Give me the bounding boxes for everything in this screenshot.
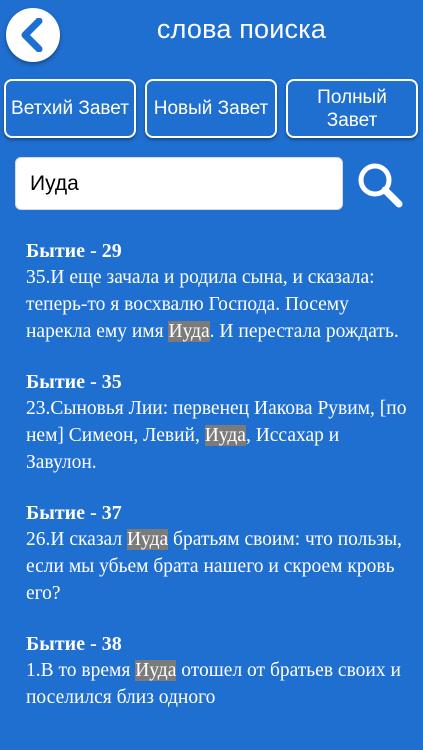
tab-new-testament[interactable]: Новый Завет bbox=[145, 79, 277, 138]
results-list: Бытие - 29 35.И еще зачала и родила сына… bbox=[26, 238, 411, 735]
list-item[interactable]: Бытие - 38 1.В то время Иуда отошел от б… bbox=[26, 631, 411, 711]
match-highlight: Иуда bbox=[204, 425, 246, 446]
result-text: 23.Сыновья Лии: первенец Иакова Рувим, [… bbox=[26, 398, 407, 473]
tab-old-testament-label: Ветхий Завет bbox=[11, 98, 129, 119]
result-title: Бытие - 38 bbox=[26, 633, 122, 655]
result-text: 35.И еще зачала и родила сына, и сказала… bbox=[26, 267, 399, 342]
back-button[interactable] bbox=[6, 8, 60, 62]
tab-full-testament-label-line1: Полный bbox=[317, 86, 387, 108]
search-button[interactable] bbox=[353, 158, 407, 212]
match-highlight: Иуда bbox=[135, 660, 177, 681]
result-title: Бытие - 29 bbox=[26, 240, 122, 262]
result-text: 26.И сказал Иуда братьям своим: что поль… bbox=[26, 529, 402, 604]
match-highlight: Иуда bbox=[168, 321, 210, 342]
chevron-left-icon bbox=[21, 18, 43, 52]
header: слова поиска bbox=[0, 0, 423, 62]
tab-old-testament[interactable]: Ветхий Завет bbox=[4, 79, 136, 138]
search-field bbox=[15, 157, 343, 210]
search-icon bbox=[358, 163, 403, 208]
list-item[interactable]: Бытие - 29 35.И еще зачала и родила сына… bbox=[26, 238, 411, 345]
list-item[interactable]: Бытие - 37 26.И сказал Иуда братьям свои… bbox=[26, 500, 411, 607]
search-input[interactable] bbox=[16, 158, 342, 209]
result-title: Бытие - 35 bbox=[26, 371, 122, 393]
tab-full-testament-label-line2: Завет bbox=[326, 109, 378, 131]
tab-new-testament-label: Новый Завет bbox=[153, 98, 269, 119]
tab-full-testament[interactable]: Полный Завет bbox=[286, 79, 418, 138]
page-title: слова поиска bbox=[156, 14, 327, 44]
result-title: Бытие - 37 bbox=[26, 502, 122, 524]
result-text: 1.В то время Иуда отошел от братьев свои… bbox=[26, 660, 401, 708]
list-item[interactable]: Бытие - 35 23.Сыновья Лии: первенец Иако… bbox=[26, 369, 411, 476]
match-highlight: Иуда bbox=[126, 529, 169, 550]
